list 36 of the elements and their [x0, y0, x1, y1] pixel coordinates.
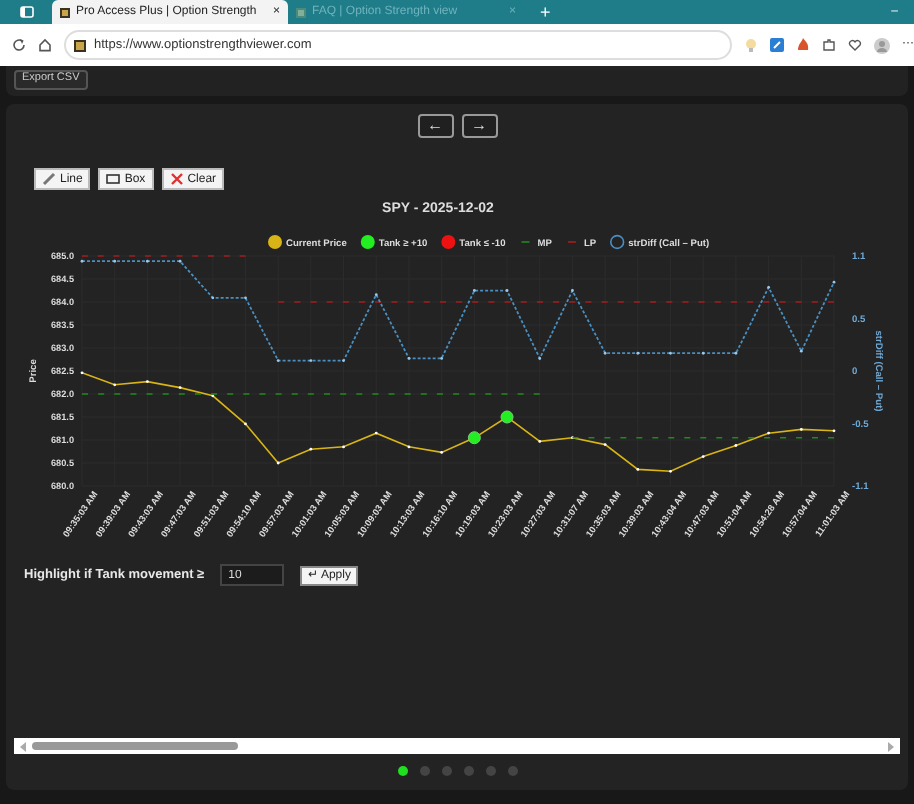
favorites-icon[interactable]	[848, 38, 862, 52]
legend-line	[567, 241, 577, 243]
page-dot[interactable]	[441, 766, 451, 776]
legend-ring	[610, 234, 625, 250]
avatar-icon[interactable]	[874, 37, 890, 53]
close-icon	[169, 172, 184, 186]
site-logo-icon	[60, 7, 70, 17]
scroll-right-icon[interactable]	[886, 741, 894, 751]
reload-icon[interactable]	[12, 38, 26, 52]
page-dot[interactable]	[463, 766, 473, 776]
site-logo-icon	[296, 7, 306, 17]
flame-icon[interactable]	[796, 38, 810, 52]
puzzle-icon[interactable]	[822, 38, 836, 52]
arrow-button[interactable]: →	[461, 114, 497, 138]
data-point	[500, 410, 514, 424]
edit-icon[interactable]	[770, 38, 784, 52]
pencil-icon	[42, 172, 56, 186]
data-point	[467, 431, 481, 445]
horizontal-scrollbar[interactable]	[14, 738, 900, 754]
legend-dot	[441, 235, 456, 249]
page-dot[interactable]	[485, 766, 495, 776]
sidebar-icon[interactable]	[19, 6, 33, 18]
bulb-icon[interactable]	[744, 38, 758, 52]
legend-line	[520, 241, 531, 243]
page-dot[interactable]	[419, 766, 429, 776]
new-tab-button[interactable]: +	[540, 0, 551, 24]
rectangle-icon	[106, 172, 121, 186]
scrollbar-thumb[interactable]	[32, 742, 238, 750]
page-dot[interactable]	[397, 766, 407, 776]
scroll-left-icon[interactable]	[20, 741, 28, 751]
arrow-button[interactable]: ←	[417, 114, 453, 138]
legend-dot	[360, 235, 375, 249]
site-logo-icon	[74, 39, 86, 51]
legend-dot	[268, 235, 282, 249]
home-icon[interactable]	[38, 38, 52, 52]
page-dot[interactable]	[507, 766, 517, 776]
